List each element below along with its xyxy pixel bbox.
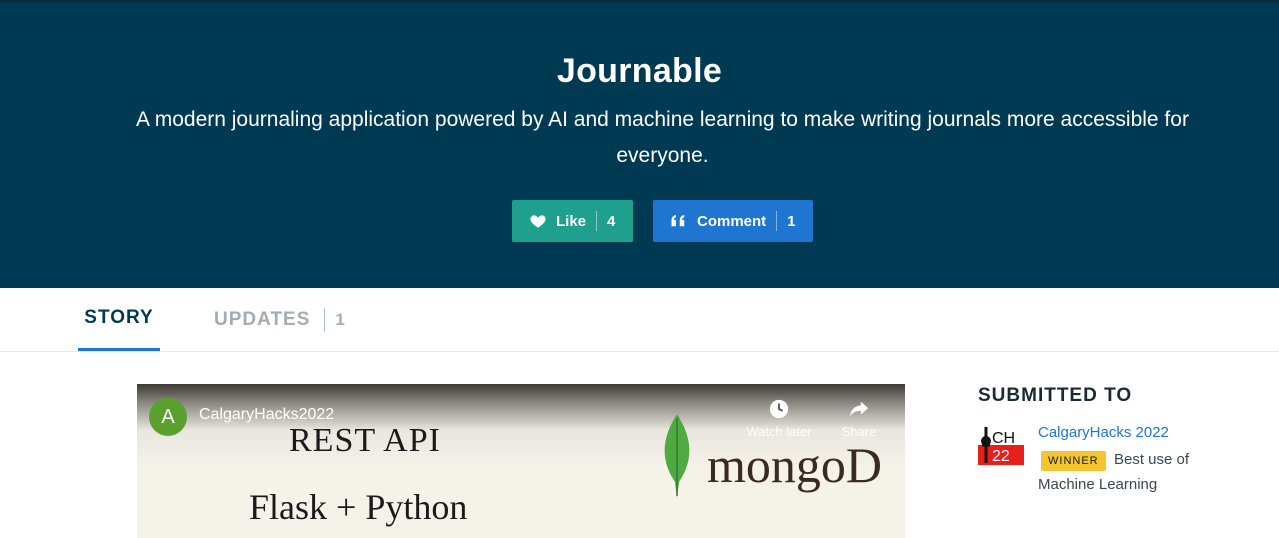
comment-count: 1 bbox=[787, 212, 796, 230]
slide-line-rest-api: REST API bbox=[289, 422, 441, 459]
slide-line-flask: Flask + Python bbox=[249, 487, 468, 527]
tab-story-label: STORY bbox=[84, 307, 154, 328]
tab-updates-divider bbox=[324, 307, 326, 332]
clock-icon bbox=[769, 399, 789, 419]
share-icon bbox=[849, 401, 869, 417]
prize-name-line1: Best use of bbox=[1114, 451, 1190, 468]
video-embed[interactable]: A CalgaryHacks2022 Watch later Share RES… bbox=[137, 384, 905, 538]
hackathon-link[interactable]: CalgaryHacks 2022 bbox=[1038, 424, 1169, 441]
like-button[interactable]: Like 4 bbox=[512, 200, 633, 242]
channel-avatar[interactable]: A bbox=[149, 398, 187, 436]
tab-updates-label: UPDATES bbox=[214, 308, 311, 330]
like-count: 4 bbox=[607, 212, 616, 230]
prize-name-line2: Machine Learning bbox=[1038, 476, 1158, 493]
project-tabs: STORY UPDATES 1 bbox=[0, 288, 1279, 352]
share-button[interactable]: Share bbox=[819, 398, 899, 439]
tab-updates[interactable]: UPDATES 1 bbox=[214, 288, 345, 351]
svg-text:22: 22 bbox=[992, 448, 1010, 465]
like-label: Like bbox=[556, 212, 587, 230]
comment-button[interactable]: Comment 1 bbox=[653, 200, 813, 242]
slide-mongodb-logo-text: mongoD bbox=[707, 437, 882, 493]
heart-icon bbox=[530, 215, 546, 228]
tab-updates-count: 1 bbox=[335, 309, 345, 329]
comment-label: Comment bbox=[697, 212, 767, 230]
mongodb-leaf-icon bbox=[664, 414, 690, 498]
like-divider bbox=[596, 211, 598, 231]
project-tagline: A modern journaling application powered … bbox=[136, 108, 1189, 167]
svg-text:CH: CH bbox=[992, 430, 1015, 447]
page-title: Journable bbox=[556, 52, 723, 90]
winner-badge: WINNER bbox=[1041, 451, 1106, 471]
tab-story[interactable]: STORY bbox=[78, 288, 160, 351]
submitted-to-heading: SUBMITTED TO bbox=[978, 385, 1133, 406]
comment-divider bbox=[776, 211, 778, 231]
project-header: Journable A modern journaling applicatio… bbox=[0, 0, 1279, 288]
watch-later-button[interactable]: Watch later bbox=[739, 398, 819, 439]
calgaryhacks-logo[interactable]: CH 22 bbox=[978, 423, 1024, 467]
quote-icon bbox=[671, 215, 685, 227]
